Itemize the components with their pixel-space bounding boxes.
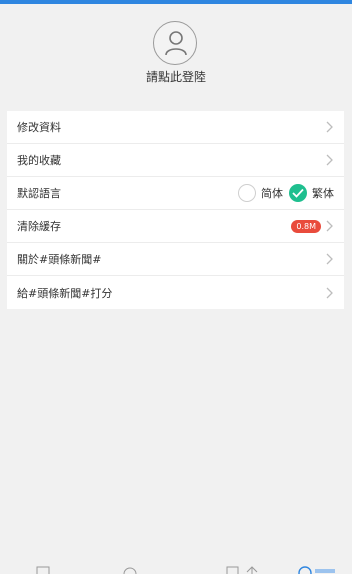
chevron-right-icon xyxy=(326,253,333,265)
edit-profile-row[interactable]: 修改資料 xyxy=(7,111,344,144)
login-prompt[interactable]: 請點此登陸 xyxy=(0,68,352,85)
row-label: 默認語言 xyxy=(17,187,61,200)
share-icon[interactable] xyxy=(244,566,260,574)
language-simplified-option[interactable]: 简体 xyxy=(238,184,283,202)
user-icon xyxy=(165,31,187,56)
clear-cache-row[interactable]: 清除緩存 0.8M xyxy=(7,210,344,243)
settings-list: 修改資料 我的收藏 默認語言 简体 繁体 清除緩存 0.8M 關於#頭條新聞# xyxy=(7,111,344,309)
language-simplified-label: 简体 xyxy=(261,187,283,200)
settings-tab-icon[interactable] xyxy=(298,566,338,574)
avatar[interactable] xyxy=(153,21,197,65)
radio-checked-icon[interactable] xyxy=(289,184,307,202)
default-language-row: 默認語言 简体 繁体 xyxy=(7,177,344,210)
chevron-right-icon xyxy=(326,154,333,166)
favorites-row[interactable]: 我的收藏 xyxy=(7,144,344,177)
book-icon[interactable] xyxy=(36,566,50,574)
bottom-tab-bar xyxy=(0,566,352,574)
edit-icon[interactable] xyxy=(226,566,240,574)
language-traditional-label: 繁体 xyxy=(312,187,334,200)
radio-unchecked-icon[interactable] xyxy=(238,184,256,202)
language-options: 简体 繁体 xyxy=(232,184,334,202)
row-label: 修改資料 xyxy=(17,121,61,134)
search-icon[interactable] xyxy=(122,566,138,574)
row-label: 關於#頭條新聞# xyxy=(17,253,102,266)
chevron-right-icon xyxy=(326,121,333,133)
cache-size-badge: 0.8M xyxy=(291,219,321,233)
check-icon xyxy=(292,188,304,198)
chevron-right-icon xyxy=(326,287,333,298)
language-traditional-option[interactable]: 繁体 xyxy=(289,184,334,202)
row-label: 給#頭條新聞#打分 xyxy=(17,286,113,300)
about-row[interactable]: 關於#頭條新聞# xyxy=(7,243,344,276)
rate-app-row[interactable]: 給#頭條新聞#打分 xyxy=(7,276,344,309)
row-label: 我的收藏 xyxy=(17,154,61,167)
row-label: 清除緩存 xyxy=(17,220,61,233)
chevron-right-icon xyxy=(326,220,333,232)
profile-header[interactable]: 請點此登陸 xyxy=(0,4,352,102)
